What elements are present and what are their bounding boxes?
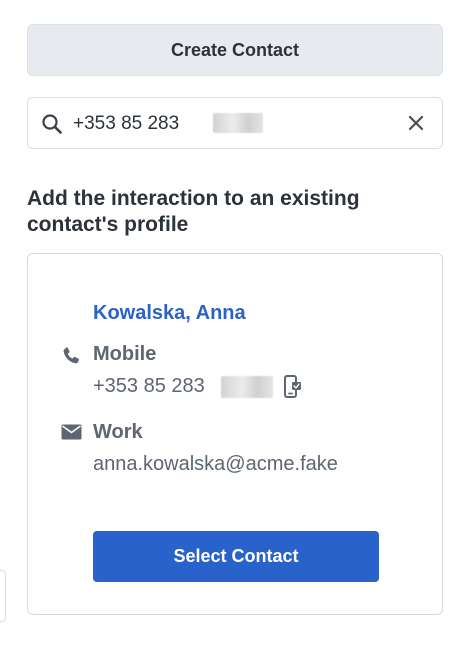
contact-card: Kowalska, Anna Mobile +353 85 283 Work a… [27,253,443,615]
section-heading: Add the interaction to an existing conta… [27,187,360,236]
email-address: anna.kowalska@acme.fake [93,453,338,475]
offscreen-panel-edge [0,570,6,622]
create-contact-button[interactable]: Create Contact [27,24,443,76]
redacted-phone-part [221,376,273,398]
contact-name-link[interactable]: Kowalska, Anna [93,302,246,325]
phone-type-label: Mobile [93,343,157,365]
phone-icon [63,347,79,364]
phone-number: +353 85 283 [93,375,205,397]
mobile-device-icon[interactable] [283,375,303,399]
close-icon[interactable] [406,113,426,133]
search-icon [42,114,62,134]
contact-search-box [27,97,443,149]
email-type-label: Work [93,421,143,443]
select-contact-button[interactable]: Select Contact [93,531,379,582]
envelope-icon [61,424,82,440]
redacted-number-part [213,113,263,133]
contact-panel: Create Contact Add the interaction to an… [0,0,474,654]
